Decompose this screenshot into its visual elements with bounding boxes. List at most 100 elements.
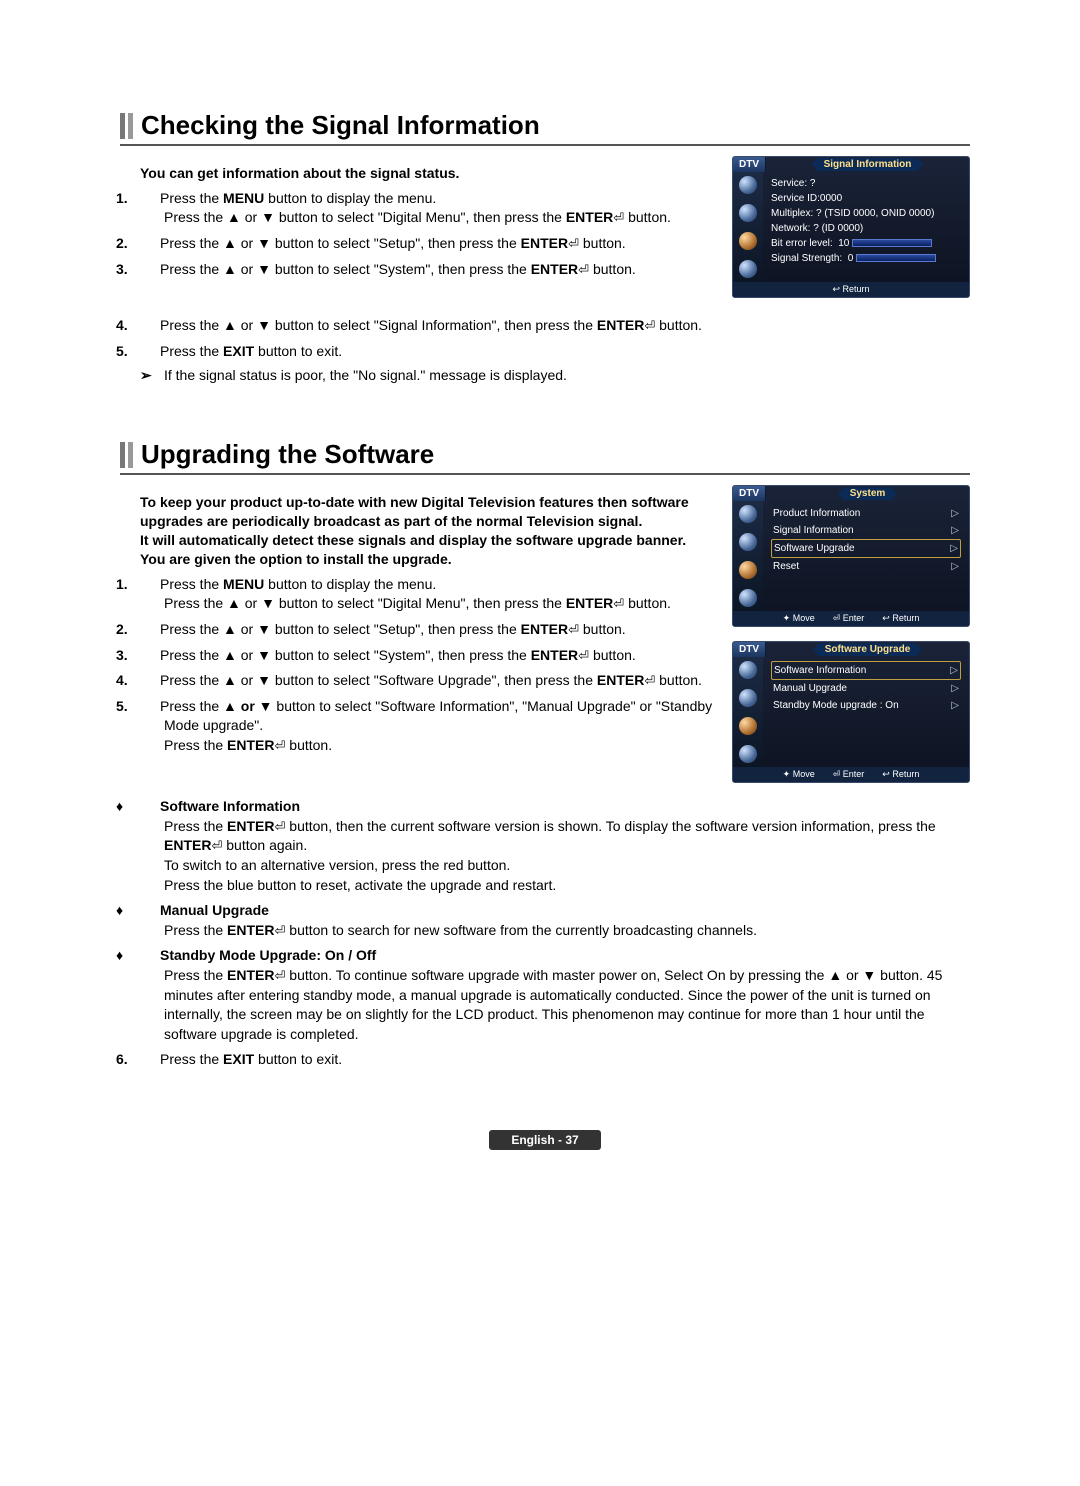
step-2: 2.Press the ▲ or ▼ button to select "Set… xyxy=(140,620,714,640)
line-network: Network: ? (ID 0000) xyxy=(771,221,961,236)
osd-title-wrap: Software Upgrade xyxy=(766,642,969,657)
step-1: 1.Press the MENU button to display the m… xyxy=(140,189,714,228)
section-title: Upgrading the Software xyxy=(141,439,434,470)
chevron-right-icon: ▷ xyxy=(950,541,958,556)
chevron-right-icon: ▷ xyxy=(951,698,959,713)
osd-tab-dtv: DTV xyxy=(733,157,766,172)
menu-item-software-upgrade[interactable]: Software Upgrade▷ xyxy=(771,539,961,558)
osd-tab-dtv: DTV xyxy=(733,486,766,501)
section1-text: You can get information about the signal… xyxy=(120,156,714,285)
osd-software-upgrade: DTV Software Upgrade Software Informatio… xyxy=(732,641,970,783)
menu-item-standby-mode-upgrade[interactable]: Standby Mode upgrade : On ▷ xyxy=(771,697,961,714)
item-label: Standby Mode upgrade : On xyxy=(773,698,899,713)
diamond-icon: ♦ xyxy=(140,797,160,817)
item-label: Reset xyxy=(773,559,799,574)
osd-top: DTV Software Upgrade xyxy=(733,642,969,657)
sig-label: Signal Strength: xyxy=(771,253,842,264)
bullet-title: Manual Upgrade xyxy=(160,902,269,918)
osd-footer: ✦ Move ⏎ Enter ↩ Return xyxy=(733,611,969,626)
bit-val: 10 xyxy=(838,238,849,249)
item-label: Software Information xyxy=(774,663,866,678)
return-hint: ↩ Return xyxy=(832,284,869,295)
menu-item-software-information[interactable]: Software Information ▷ xyxy=(771,661,961,680)
section-title: Checking the Signal Information xyxy=(141,110,540,141)
section1-steps-cont: 4.Press the ▲ or ▼ button to select "Sig… xyxy=(120,316,970,361)
section2-content: To keep your product up-to-date with new… xyxy=(120,485,970,797)
section-header-signal: Checking the Signal Information xyxy=(120,110,970,146)
osd-block: DTV Signal Information Service: ? Servic… xyxy=(732,156,970,298)
chevron-right-icon: ▷ xyxy=(950,663,958,678)
osd-title-wrap: System xyxy=(766,486,969,501)
picture-icon xyxy=(739,689,757,707)
chevron-right-icon: ▷ xyxy=(951,506,959,521)
step-1: 1.Press the MENU button to display the m… xyxy=(140,575,714,614)
line-bit-error: Bit error level: 10 xyxy=(771,236,961,251)
chevron-right-icon: ▷ xyxy=(951,523,959,538)
osd-tab-dtv: DTV xyxy=(733,642,766,657)
sound-icon xyxy=(739,745,757,763)
osd-sidebar xyxy=(733,501,763,611)
return-hint: ↩ Return xyxy=(882,769,919,780)
osd-footer: ✦ Move ⏎ Enter ↩ Return xyxy=(733,767,969,782)
manual-page: Checking the Signal Information You can … xyxy=(0,0,1080,1190)
section-header-upgrade: Upgrading the Software xyxy=(120,439,970,475)
osd-title: Signal Information xyxy=(812,158,924,171)
section1-content: You can get information about the signal… xyxy=(120,156,970,312)
step-5: 5.Press the ▲ or ▼ button to select "Sof… xyxy=(140,697,714,756)
enter-hint: ⏎ Enter xyxy=(833,769,865,780)
menu-item-reset[interactable]: Reset ▷ xyxy=(771,558,961,575)
picture-icon xyxy=(739,533,757,551)
line-multiplex: Multiplex: ? (TSID 0000, ONID 0000) xyxy=(771,206,961,221)
line-service-id: Service ID:0000 xyxy=(771,191,961,206)
osd-stack: DTV System Product Information ▷ Signal I… xyxy=(732,485,970,797)
settings-icon xyxy=(739,232,757,250)
step-3: 3.Press the ▲ or ▼ button to select "Sys… xyxy=(140,260,714,280)
osd-title: System xyxy=(838,487,898,500)
note-text: If the signal status is poor, the "No si… xyxy=(188,367,567,384)
sound-icon xyxy=(739,260,757,278)
sound-icon xyxy=(739,589,757,607)
move-hint: ✦ Move xyxy=(783,613,815,624)
chevron-right-icon: ▷ xyxy=(951,559,959,574)
step-4: 4.Press the ▲ or ▼ button to select "Sof… xyxy=(140,671,714,691)
globe-icon xyxy=(739,505,757,523)
osd-top: DTV System xyxy=(733,486,969,501)
osd-footer: ↩ Return xyxy=(733,282,969,297)
osd-title: Software Upgrade xyxy=(813,643,923,656)
step-4: 4.Press the ▲ or ▼ button to select "Sig… xyxy=(140,316,970,336)
globe-icon xyxy=(739,661,757,679)
osd-system: DTV System Product Information ▷ Signal I… xyxy=(732,485,970,627)
osd-body: Product Information ▷ Signal Information▷… xyxy=(733,501,969,611)
osd-main: Product Information ▷ Signal Information▷… xyxy=(763,501,969,611)
bit-label: Bit error level: xyxy=(771,238,833,249)
menu-item-manual-upgrade[interactable]: Manual Upgrade▷ xyxy=(771,680,961,697)
bullet-manual-upgrade: ♦Manual UpgradePress the ENTER⏎ button t… xyxy=(140,901,970,940)
diamond-icon: ♦ xyxy=(140,946,160,966)
line-signal-strength: Signal Strength: 0 xyxy=(771,251,961,266)
menu-item-signal-information[interactable]: Signal Information▷ xyxy=(771,522,961,539)
header-accent-bars xyxy=(120,113,133,139)
step-6: 6.Press the EXIT button to exit. xyxy=(140,1050,970,1070)
osd-main: Software Information ▷ Manual Upgrade▷ St… xyxy=(763,657,969,767)
enter-hint: ⏎ Enter xyxy=(833,613,865,624)
menu-item-product-information[interactable]: Product Information ▷ xyxy=(771,505,961,522)
page-footer: English - 37 xyxy=(120,1130,970,1150)
osd-sidebar xyxy=(733,657,763,767)
step-5: 5.Press the EXIT button to exit. xyxy=(140,342,970,362)
section1-intro: You can get information about the signal… xyxy=(140,164,714,183)
osd-main: Service: ? Service ID:0000 Multiplex: ? … xyxy=(763,172,969,282)
step-3: 3.Press the ▲ or ▼ button to select "Sys… xyxy=(140,646,714,666)
bullet-title: Standby Mode Upgrade: On / Off xyxy=(160,947,376,963)
diamond-icon: ♦ xyxy=(140,901,160,921)
sig-val: 0 xyxy=(848,253,854,264)
globe-icon xyxy=(739,176,757,194)
section1-steps: 1.Press the MENU button to display the m… xyxy=(120,189,714,279)
picture-icon xyxy=(739,204,757,222)
return-hint: ↩ Return xyxy=(882,613,919,624)
item-label: Product Information xyxy=(773,506,860,521)
page-number-pill: English - 37 xyxy=(489,1130,600,1150)
section2-intro: To keep your product up-to-date with new… xyxy=(140,493,714,569)
settings-icon xyxy=(739,561,757,579)
section2-text: To keep your product up-to-date with new… xyxy=(120,485,714,761)
line-service: Service: ? xyxy=(771,176,961,191)
